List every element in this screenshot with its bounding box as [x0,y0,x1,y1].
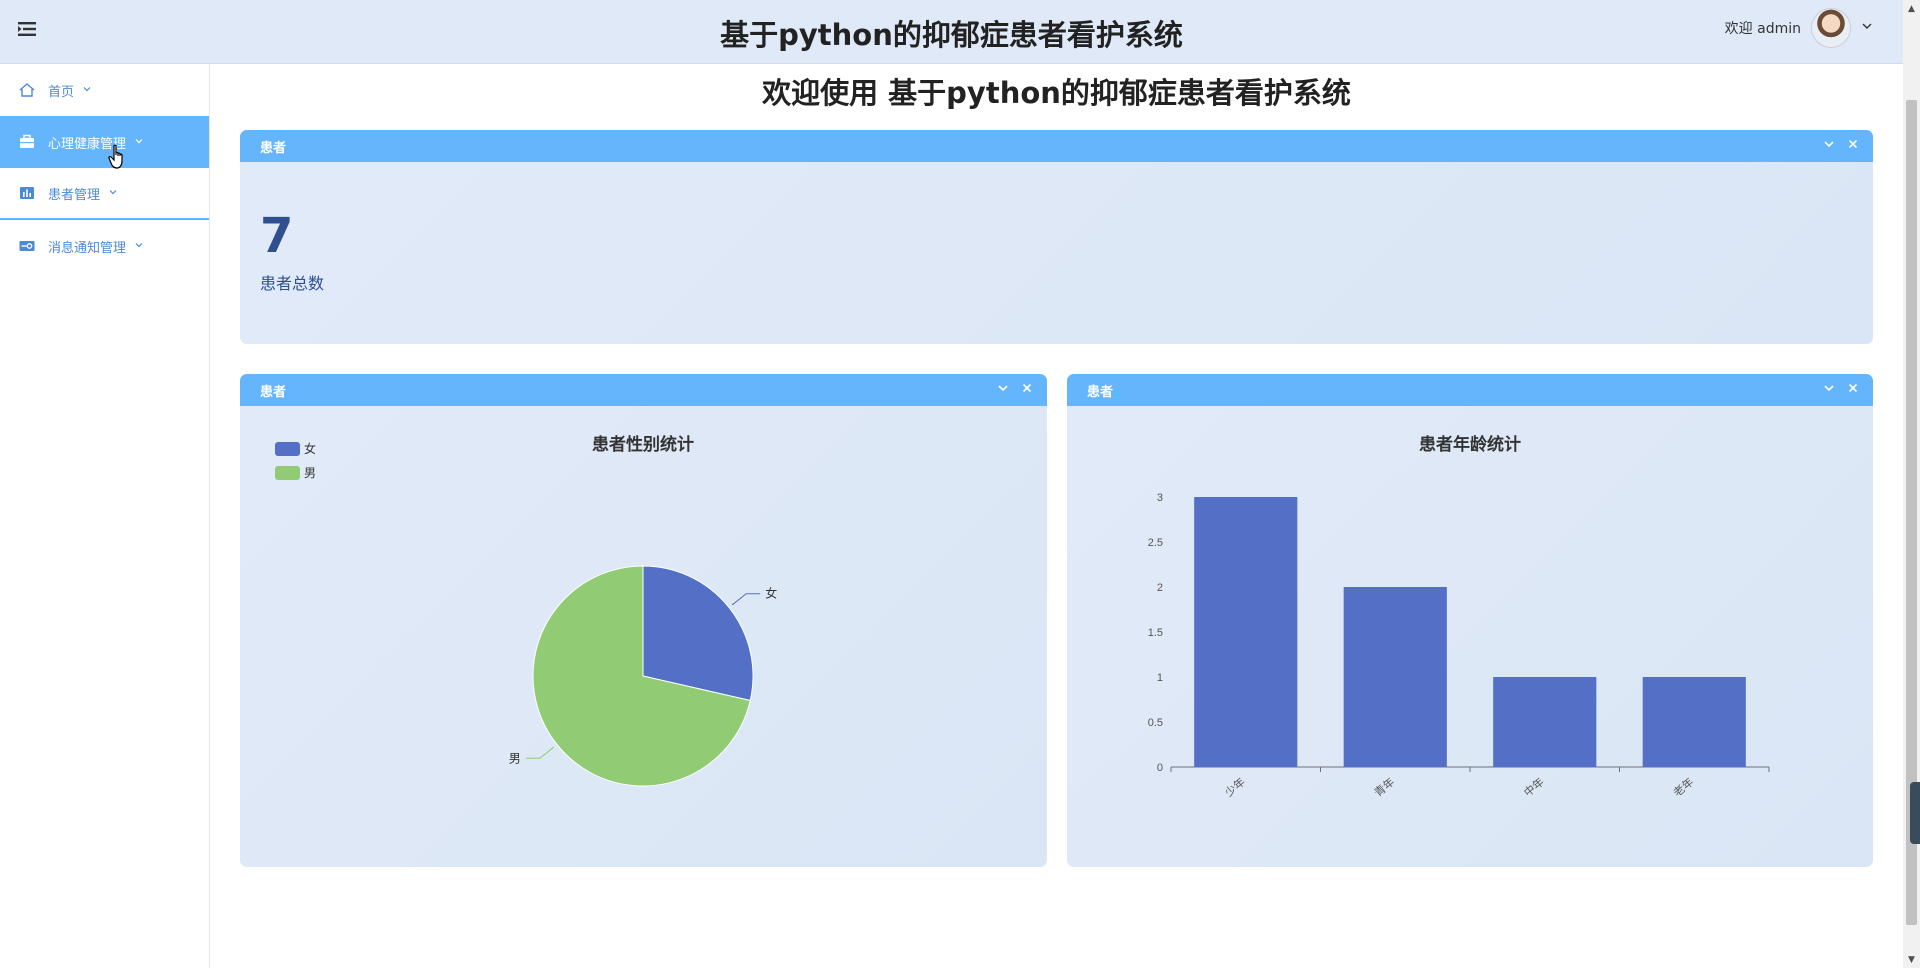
patient-count-label: 患者总数 [260,274,325,293]
sidebar-item-label: 首页 [48,84,75,100]
panel-title: 患者 [260,384,287,400]
sidebar-item-label: 心理健康管理 [48,136,127,152]
avatar[interactable] [1811,8,1851,48]
app-title: 基于python的抑郁症患者看护系统 [720,18,1183,52]
chevron-down-icon[interactable] [1861,20,1873,36]
gender-chart-panel: 患者 患者性别统计女男女男 [240,374,1047,867]
y-tick-label: 2 [1157,582,1163,594]
chevron-down-icon [134,136,144,149]
panel-title: 患者 [260,140,287,156]
scroll-down-icon[interactable]: ▼ [1903,951,1920,968]
close-icon[interactable] [1847,138,1859,154]
x-tick-label: 老年 [1670,775,1696,800]
sidebar-item-label: 消息通知管理 [48,240,127,256]
side-widget-tab[interactable] [1910,782,1920,844]
panel-title: 患者 [1087,384,1114,400]
y-tick-label: 1 [1157,672,1163,684]
patient-count-value: 7 [260,208,294,264]
scroll-up-icon[interactable]: ▲ [1903,0,1920,17]
chart-icon [18,184,36,202]
chevron-down-icon [134,240,144,253]
welcome-heading: 欢迎使用 基于python的抑郁症患者看护系统 [762,76,1351,110]
patient-stat-panel: 患者 7 患者总数 [240,130,1873,344]
sidebar-item-patients[interactable]: 患者管理 [0,168,209,220]
chart-title: 患者年龄统计 [1419,434,1521,454]
legend-label: 男 [304,466,316,480]
pie-label: 女 [765,586,777,601]
y-tick-label: 1.5 [1148,627,1163,639]
bar [1493,677,1597,767]
y-tick-label: 0 [1157,762,1163,774]
x-tick-label: 青年 [1371,775,1397,800]
panel-header: 患者 [1067,374,1873,406]
top-header: 基于python的抑郁症患者看护系统 欢迎 admin [0,0,1903,64]
chevron-down-icon [108,187,118,200]
sidebar-item-home[interactable]: 首页 [0,64,209,116]
panel-header: 患者 [240,374,1047,406]
chevron-down-icon [82,84,92,97]
age-chart-panel: 患者 患者年龄统计 0 0.5 1 1.5 2 2.5 3 少年 青年 中年 老年 [1067,374,1873,867]
close-icon[interactable] [1847,382,1859,398]
gender-pie-chart: 患者性别统计女男女男 [275,434,777,787]
pie-label-line [525,746,555,759]
x-tick-label: 中年 [1521,775,1547,800]
pie-label: 男 [509,751,521,765]
sidebar-item-label: 患者管理 [48,187,101,203]
legend-label: 女 [304,441,316,456]
legend-swatch [275,466,300,480]
sidebar-item-mental-health[interactable]: 心理健康管理 [0,116,209,168]
chart-title: 患者性别统计 [592,434,694,454]
bar [1343,587,1447,767]
panel-header: 患者 [240,130,1873,162]
bar [1194,497,1298,767]
age-bar-chart: 患者年龄统计 0 0.5 1 1.5 2 2.5 3 少年 青年 中年 老年 [1148,434,1770,800]
y-tick-label: 2.5 [1148,537,1163,549]
y-tick-label: 3 [1157,492,1163,504]
user-greeting: 欢迎 admin [1724,21,1801,37]
briefcase-icon [18,133,36,151]
legend-swatch [275,442,300,456]
settings-card-icon [18,237,36,255]
home-icon [18,81,36,99]
user-menu[interactable]: 欢迎 admin [1725,8,1873,48]
collapse-icon[interactable] [997,382,1009,398]
collapse-icon[interactable] [1823,138,1835,154]
x-tick-label: 少年 [1222,775,1248,800]
pie-label-line [731,593,761,606]
collapse-icon[interactable] [1823,382,1835,398]
bar [1642,677,1746,767]
y-tick-label: 0.5 [1148,717,1163,729]
sidebar: 首页 心理健康管理 患者管理 消息通知管理 [0,64,210,968]
sidebar-item-notifications[interactable]: 消息通知管理 [0,220,209,272]
close-icon[interactable] [1021,382,1033,398]
